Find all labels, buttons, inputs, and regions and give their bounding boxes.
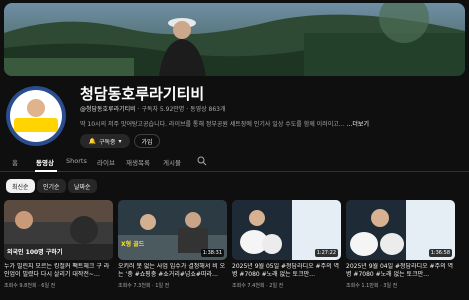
tab-posts[interactable]: 게시물 [163, 157, 181, 167]
channel-tabs: 홈 동영상 Shorts 라이브 재생목록 게시물 [0, 152, 469, 172]
chip-latest[interactable]: 최신순 [6, 179, 35, 193]
subscribe-label: 구독중 [98, 138, 116, 146]
channel-handle: @청담동호루라기티비 [80, 106, 136, 113]
video-title[interactable]: 2025년 9월 04일 #청담라디오 #주의 역병 #7080 #노래 없는 … [346, 263, 455, 279]
video-card[interactable]: 1:27:22 2025년 9월 05일 #청담라디오 #주의 역병 #7080… [232, 200, 341, 289]
chevron-down-icon: ▾ [118, 137, 122, 145]
channel-title: 청담동호루라기티비 [80, 85, 205, 103]
tab-live[interactable]: 라이브 [97, 157, 115, 167]
chip-oldest[interactable]: 날짜순 [68, 179, 97, 193]
tab-shorts[interactable]: Shorts [66, 157, 87, 165]
subscribe-button[interactable]: 🔔 구독중 ▾ [80, 134, 130, 148]
video-card[interactable]: 외국인 100명 구하기 누가 빌린지 모르는 킹절커 팩트체크 구 라인업이 … [4, 200, 113, 289]
video-title[interactable]: 오키러 못 없는 사업 입수가 결정해서 비 오는 ‘충 #쇼핑충 #쇼거리#넝… [118, 263, 227, 279]
video-meta: 조회수 7.3천회 · 1일 전 [118, 283, 170, 289]
tab-videos[interactable]: 동영상 [36, 157, 54, 167]
description-text: 딱 10시의 저주 맛어탕고공습니다. 라이브를 통해 정부공원 세트장에 인기… [80, 121, 345, 128]
video-thumbnail[interactable]: 외국인 100명 구하기 [4, 200, 113, 260]
video-thumbnail[interactable]: 1:36:58 [346, 200, 455, 260]
video-duration: 1:27:22 [314, 249, 338, 257]
thumbnail-caption: X형 골드 [121, 241, 145, 248]
video-card[interactable]: X형 골드 1:38:31 오키러 못 없는 사업 입수가 결정해서 비 오는 … [118, 200, 227, 289]
video-title[interactable]: 누가 빌린지 모르는 킹절커 팩트체크 구 라인업이 빌렸다 다시 살리기 대작… [4, 263, 113, 279]
tab-playlists[interactable]: 재생목록 [126, 157, 150, 167]
video-card[interactable]: 1:36:58 2025년 9월 04일 #청담라디오 #주의 역병 #7080… [346, 200, 455, 289]
video-duration: 1:36:58 [428, 249, 452, 257]
more-link[interactable]: ...더보기 [347, 121, 369, 128]
channel-description[interactable]: 딱 10시의 저주 맛어탕고공습니다. 라이브를 통해 정부공원 세트장에 인기… [80, 119, 380, 128]
search-icon[interactable] [197, 156, 207, 166]
tab-home[interactable]: 홈 [12, 157, 18, 167]
active-tab-indicator [35, 170, 57, 172]
chip-popular[interactable]: 인기순 [37, 179, 66, 193]
video-title[interactable]: 2025년 9월 05일 #청담라디오 #주의 역병 #7080 #노래 없는 … [232, 263, 341, 279]
video-count: 동영상 863개 [190, 106, 226, 113]
video-duration: 1:38:31 [200, 249, 224, 257]
video-thumbnail[interactable]: X형 골드 1:38:31 [118, 200, 227, 260]
thumbnail-caption: 외국인 100명 구하기 [7, 249, 63, 256]
video-meta: 조회수 1.1만회 · 3일 전 [346, 283, 398, 289]
bell-icon: 🔔 [88, 137, 96, 145]
video-meta: 조회수 7.4천회 · 2일 전 [232, 283, 284, 289]
channel-banner [4, 3, 465, 76]
video-meta: 조회수 9.8천회 · 6일 전 [4, 283, 56, 289]
channel-meta: @청담동호루라기티비 · 구독자 5.92만명 · 동영상 863개 [80, 106, 226, 113]
join-button[interactable]: 가입 [134, 134, 160, 148]
channel-avatar[interactable] [6, 86, 66, 146]
video-thumbnail[interactable]: 1:27:22 [232, 200, 341, 260]
subscriber-count: 구독자 5.92만명 [141, 106, 185, 113]
